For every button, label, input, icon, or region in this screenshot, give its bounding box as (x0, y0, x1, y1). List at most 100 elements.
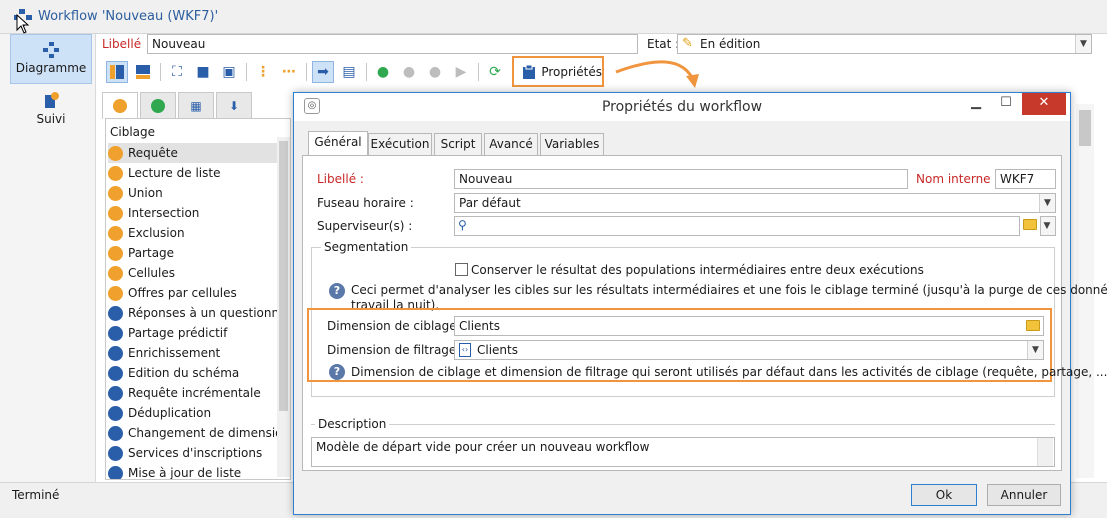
sidebar-item-suivi[interactable]: Suivi (10, 86, 92, 130)
libelle-input[interactable]: Nouveau (147, 34, 638, 54)
palette-item-label: Union (128, 186, 163, 200)
minimize-button[interactable]: ▁ (962, 93, 990, 115)
palette-item[interactable]: Enrichissement (108, 343, 278, 363)
ok-button[interactable]: Ok (911, 484, 977, 506)
close-button[interactable]: ✕ (1022, 93, 1066, 115)
fuseau-select[interactable]: Par défaut ▼ (454, 193, 1056, 213)
palette-item[interactable]: Union (108, 183, 278, 203)
palette-item-label: Partage prédictif (128, 326, 228, 340)
help-icon: ? (329, 364, 345, 380)
palette-item[interactable]: Partage prédictif (108, 323, 278, 343)
tab-targeting[interactable] (102, 92, 138, 119)
clipboard-icon (523, 64, 535, 79)
palette-item[interactable]: Déduplication (108, 403, 278, 423)
palette-item[interactable]: Services d'inscriptions (108, 443, 278, 463)
stop-button[interactable]: ● (424, 61, 446, 83)
tab-avance[interactable]: Avancé (484, 133, 538, 155)
dlg-libelle-input[interactable]: Nouveau (454, 169, 908, 189)
activity-icon (108, 345, 123, 361)
palette-item[interactable]: Mise à jour de liste (108, 463, 278, 480)
palette-item[interactable]: Intersection (108, 203, 278, 223)
palette-item[interactable]: Cellules (108, 263, 278, 283)
start-button[interactable]: ● (372, 61, 394, 83)
segmentation-title: Segmentation (321, 240, 412, 254)
activity-icon (108, 225, 123, 241)
palette-item[interactable]: Lecture de liste (108, 163, 278, 183)
palette-item-label: Mise à jour de liste (128, 466, 242, 480)
square-icon: ■ (196, 64, 210, 80)
arrow-right-icon: ➡ (317, 64, 329, 80)
fuseau-label: Fuseau horaire : (317, 196, 414, 210)
auto-link-button[interactable]: ➡ (312, 61, 334, 83)
zoom-fit-button[interactable]: ⛶ (166, 61, 188, 83)
layout-vertical-button[interactable] (106, 61, 128, 83)
refresh-button[interactable]: ⟳ (484, 61, 506, 83)
tab-events[interactable]: ⬇ (216, 92, 252, 118)
align-horizontal-button[interactable]: ⋯ (278, 61, 300, 83)
play-icon: ● (376, 64, 390, 80)
description-scrollbar[interactable] (1037, 438, 1053, 466)
chevron-down-icon[interactable]: ▼ (1039, 194, 1055, 212)
annuler-button[interactable]: Annuler (987, 484, 1061, 506)
activity-icon (108, 445, 123, 461)
superviseur-dropdown[interactable]: ▼ (1040, 216, 1056, 236)
layout-vertical-icon (110, 65, 124, 79)
tracking-button[interactable]: ▤ (338, 61, 360, 83)
diagram-icon (43, 42, 59, 58)
tab-execution[interactable]: Exécution (368, 133, 432, 155)
tracking-icon: ▤ (342, 64, 356, 80)
activity-icon (108, 365, 123, 381)
zoom-selection-button[interactable]: ▣ (218, 61, 240, 83)
sidebar-item-diagramme[interactable]: Diagramme (10, 34, 92, 84)
step-button[interactable]: ▶ (450, 61, 472, 83)
zoom-fit-icon: ⛶ (172, 64, 182, 80)
maximize-button[interactable]: ☐ (992, 93, 1020, 115)
folder-button[interactable] (1026, 320, 1040, 334)
tab-script[interactable]: Script (434, 133, 482, 155)
activity-icon (108, 285, 123, 301)
activity-icon (108, 325, 123, 341)
palette-item-label: Offres par cellules (128, 286, 237, 300)
proprietes-button[interactable]: Propriétés (512, 56, 604, 87)
palette-item[interactable]: Offres par cellules (108, 283, 278, 303)
chevron-down-icon[interactable]: ▼ (1075, 35, 1091, 53)
chevron-down-icon[interactable]: ▼ (1027, 341, 1043, 359)
palette-scrollbar[interactable] (277, 137, 290, 477)
palette-item[interactable]: Requête (108, 143, 278, 163)
tab-flow-control[interactable] (140, 92, 176, 118)
conserver-checkbox[interactable] (455, 263, 468, 276)
dots-horizontal-icon: ⋯ (282, 64, 296, 80)
pause-button[interactable]: ● (398, 61, 420, 83)
tab-general[interactable]: Général (308, 131, 368, 156)
toolbar-separator (366, 63, 367, 81)
palette-item-label: Exclusion (128, 226, 185, 240)
etat-select[interactable]: ✎ En édition ▼ (677, 34, 1092, 54)
tab-actions[interactable]: ▦ (178, 92, 214, 118)
help-icon: ? (329, 283, 345, 299)
layout-horizontal-button[interactable] (132, 61, 154, 83)
nom-interne-input[interactable]: WKF7 (995, 169, 1056, 189)
palette-item[interactable]: Edition du schéma (108, 363, 278, 383)
palette-item[interactable]: Requête incrémentale (108, 383, 278, 403)
palette-item[interactable]: Réponses à un questionna... (108, 303, 290, 323)
superviseur-input[interactable]: ⚲ (454, 216, 1020, 236)
description-textarea[interactable]: Modèle de départ vide pour créer un nouv… (311, 437, 1055, 467)
palette-section-title: Ciblage (110, 125, 156, 139)
dim-filtrage-select[interactable]: ‹› Clients ▼ (454, 340, 1044, 360)
dlg-libelle-label: Libellé : (317, 172, 364, 186)
etat-label: Etat : (647, 37, 680, 51)
align-vertical-button[interactable]: ⋮ (252, 61, 274, 83)
palette-item[interactable]: Changement de dimension (108, 423, 290, 443)
window-title: Workflow 'Nouveau (WKF7)' (38, 9, 219, 24)
activity-icon (108, 145, 123, 161)
folder-button[interactable] (1023, 219, 1037, 233)
activity-icon (108, 265, 123, 281)
palette-item[interactable]: Partage (108, 243, 278, 263)
zoom-normal-button[interactable]: ■ (192, 61, 214, 83)
dim-ciblage-input[interactable]: Clients (454, 316, 1044, 336)
tab-variables[interactable]: Variables (540, 133, 604, 155)
scrollbar-thumb[interactable] (1079, 110, 1091, 146)
etat-value: En édition (700, 37, 761, 51)
scrollbar-thumb[interactable] (279, 141, 288, 411)
palette-item[interactable]: Exclusion (108, 223, 278, 243)
